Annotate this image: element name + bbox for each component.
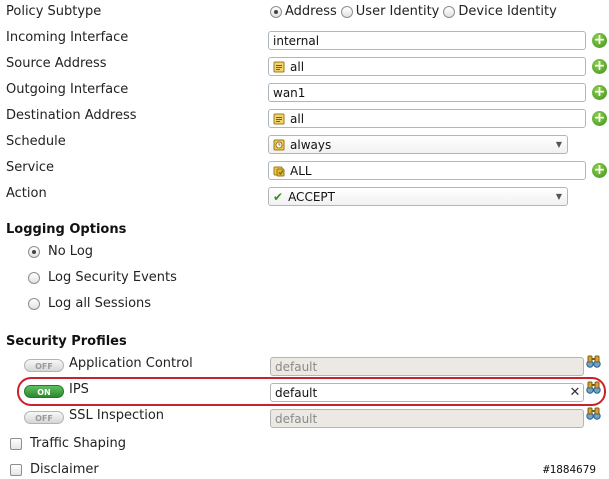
application-control-toggle[interactable]: OFF [24,359,64,372]
add-incoming-interface-icon[interactable]: + [592,33,607,48]
add-destination-address-icon[interactable]: + [592,111,607,126]
disclaimer-label[interactable]: Disclaimer [30,462,99,477]
address-object-icon [273,113,285,124]
application-control-label: Application Control [69,356,193,371]
ips-value: default [275,385,318,400]
add-source-address-icon[interactable]: + [592,59,607,74]
watermark-id: #1884679 [543,463,596,476]
address-object-icon [273,61,285,72]
incoming-interface-field[interactable]: internal [268,31,586,50]
disclaimer-checkbox[interactable] [10,464,22,476]
security-profiles-title: Security Profiles [6,334,127,349]
radio-user-identity[interactable] [340,5,353,18]
ssl-inspection-value: default [275,411,318,426]
policy-subtype-label: Policy Subtype [6,4,102,19]
radio-address-label[interactable]: Address [285,4,337,19]
binoculars-icon[interactable] [586,355,601,368]
ssl-inspection-field: default [270,409,584,428]
accept-check-icon: ✔ [273,189,284,204]
log-security-events-label[interactable]: Log Security Events [48,270,177,285]
radio-device-identity[interactable] [443,5,456,18]
service-label: Service [6,160,55,175]
destination-address-value: all [290,111,305,126]
policy-subtype-group: Address User Identity Device Identity [270,4,561,19]
radio-user-identity-label[interactable]: User Identity [356,4,440,19]
destination-address-field[interactable]: all [268,109,586,128]
action-select[interactable]: ✔ ACCEPT ▼ [268,187,568,206]
outgoing-interface-label: Outgoing Interface [6,82,129,97]
destination-address-label: Destination Address [6,108,137,123]
ips-toggle[interactable]: ON [24,385,64,398]
binoculars-icon[interactable] [586,407,601,420]
schedule-select[interactable]: always ▼ [268,135,568,154]
radio-device-identity-label[interactable]: Device Identity [458,4,556,19]
log-all-sessions-label[interactable]: Log all Sessions [48,296,151,311]
source-address-field[interactable]: all [268,57,586,76]
schedule-clock-icon [273,139,285,150]
incoming-interface-label: Incoming Interface [6,30,129,45]
schedule-value: always [290,137,332,152]
traffic-shaping-checkbox[interactable] [10,438,22,450]
log-option-all-sessions[interactable]: Log all Sessions [28,296,151,311]
radio-log-security-events[interactable] [28,271,40,284]
ips-label: IPS [69,382,89,397]
radio-log-all-sessions[interactable] [28,297,40,310]
application-control-field: default [270,357,584,376]
log-option-security-events[interactable]: Log Security Events [28,270,177,285]
no-log-label[interactable]: No Log [48,244,93,259]
outgoing-interface-field[interactable]: wan1 [268,83,586,102]
service-group-icon [273,166,285,176]
ssl-inspection-toggle[interactable]: OFF [24,411,64,424]
radio-no-log[interactable] [28,245,40,258]
chevron-down-icon[interactable]: ▼ [551,192,567,201]
ips-field[interactable]: default ✕ [270,383,584,402]
binoculars-icon[interactable] [586,381,601,394]
service-field[interactable]: ALL [268,161,586,180]
action-value: ACCEPT [288,189,335,204]
clear-icon[interactable]: ✕ [567,385,583,400]
incoming-interface-value: internal [273,33,320,48]
log-option-no-log[interactable]: No Log [28,244,93,259]
source-address-value: all [290,59,305,74]
action-label: Action [6,186,47,201]
ssl-inspection-label: SSL Inspection [69,408,165,423]
outgoing-interface-value: wan1 [273,85,306,100]
application-control-value: default [275,359,318,374]
add-outgoing-interface-icon[interactable]: + [592,85,607,100]
traffic-shaping-label[interactable]: Traffic Shaping [30,436,126,451]
logging-options-title: Logging Options [6,222,127,237]
add-service-icon[interactable]: + [592,163,607,178]
radio-address[interactable] [270,5,282,18]
chevron-down-icon[interactable]: ▼ [551,140,567,149]
service-value: ALL [290,163,312,178]
schedule-label: Schedule [6,134,66,149]
source-address-label: Source Address [6,56,107,71]
